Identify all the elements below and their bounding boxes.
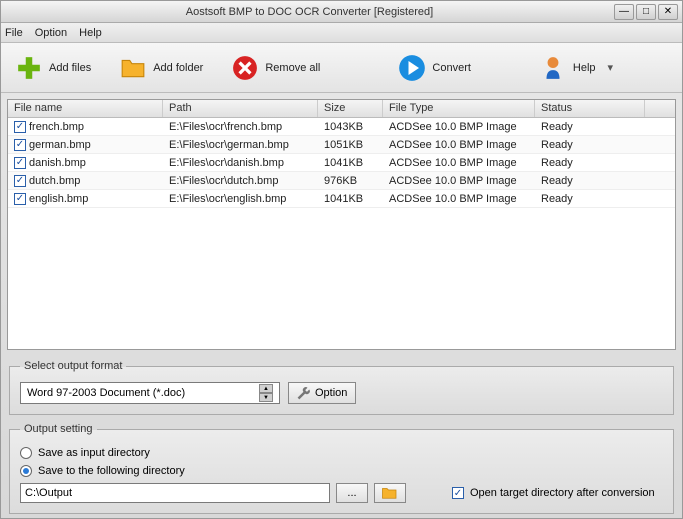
table-row[interactable]: english.bmp E:\Files\ocr\english.bmp1041K…	[8, 190, 675, 208]
row-checkbox[interactable]	[14, 139, 26, 151]
close-button[interactable]: ✕	[658, 4, 678, 20]
row-type: ACDSee 10.0 BMP Image	[383, 156, 535, 170]
row-path: E:\Files\ocr\dutch.bmp	[163, 174, 318, 188]
format-fieldset: Select output format Word 97-2003 Docume…	[9, 360, 674, 415]
output-path-value: C:\Output	[25, 487, 72, 499]
file-list: File name Path Size File Type Status fre…	[7, 99, 676, 350]
browse-button[interactable]: ...	[336, 483, 368, 503]
add-folder-label: Add folder	[153, 62, 203, 74]
folder-icon	[119, 54, 147, 82]
row-checkbox[interactable]	[14, 157, 26, 169]
titlebar: Aostsoft BMP to DOC OCR Converter [Regis…	[1, 1, 682, 23]
row-status: Ready	[535, 174, 645, 188]
save-as-input-label: Save as input directory	[38, 447, 150, 459]
row-checkbox[interactable]	[14, 175, 26, 187]
table-row[interactable]: danish.bmp E:\Files\ocr\danish.bmp1041KBA…	[8, 154, 675, 172]
row-name: english.bmp	[29, 193, 88, 205]
help-label: Help	[573, 62, 596, 74]
option-button[interactable]: Option	[288, 382, 356, 404]
help-button[interactable]: Help ▾	[535, 50, 617, 86]
chevron-down-icon: ▾	[608, 61, 614, 74]
row-checkbox[interactable]	[14, 121, 26, 133]
convert-button[interactable]: Convert	[394, 50, 475, 86]
file-list-header: File name Path Size File Type Status	[8, 100, 675, 118]
radio-save-as-input[interactable]: Save as input directory	[20, 447, 663, 459]
table-row[interactable]: french.bmp E:\Files\ocr\french.bmp1043KBA…	[8, 118, 675, 136]
output-legend: Output setting	[20, 423, 97, 435]
menubar: File Option Help	[1, 23, 682, 43]
plus-icon	[15, 54, 43, 82]
header-size[interactable]: Size	[318, 100, 383, 117]
window-controls: — □ ✕	[614, 4, 678, 20]
row-checkbox[interactable]	[14, 193, 26, 205]
menu-file[interactable]: File	[5, 27, 23, 39]
add-files-label: Add files	[49, 62, 91, 74]
output-fieldset: Output setting Save as input directory S…	[9, 423, 674, 514]
row-path: E:\Files\ocr\english.bmp	[163, 192, 318, 206]
file-rows: french.bmpE:\Files\ocr\french.bmp1043KBA…	[8, 118, 675, 208]
row-status: Ready	[535, 120, 645, 134]
minimize-button[interactable]: —	[614, 4, 634, 20]
row-path: E:\Files\ocr\german.bmp	[163, 138, 318, 152]
folder-open-icon	[381, 486, 399, 500]
remove-all-button[interactable]: Remove all	[227, 50, 324, 86]
row-type: ACDSee 10.0 BMP Image	[383, 174, 535, 188]
row-name: danish.bmp	[29, 157, 86, 169]
add-files-button[interactable]: Add files	[11, 50, 95, 86]
row-path: E:\Files\ocr\danish.bmp	[163, 156, 318, 170]
radio-icon	[20, 447, 32, 459]
row-size: 1041KB	[318, 156, 383, 170]
open-target-label: Open target directory after conversion	[470, 487, 655, 499]
open-folder-button[interactable]	[374, 483, 406, 503]
row-name: dutch.bmp	[29, 175, 80, 187]
row-type: ACDSee 10.0 BMP Image	[383, 192, 535, 206]
save-following-label: Save to the following directory	[38, 465, 185, 477]
row-name: french.bmp	[29, 121, 84, 133]
wrench-icon	[297, 386, 311, 400]
output-path-input[interactable]: C:\Output	[20, 483, 330, 503]
remove-all-label: Remove all	[265, 62, 320, 74]
row-status: Ready	[535, 138, 645, 152]
toolbar: Add files Add folder Remove all Convert	[1, 43, 682, 93]
format-select[interactable]: Word 97-2003 Document (*.doc) ▲▼	[20, 382, 280, 404]
row-type: ACDSee 10.0 BMP Image	[383, 138, 535, 152]
row-type: ACDSee 10.0 BMP Image	[383, 120, 535, 134]
menu-help[interactable]: Help	[79, 27, 102, 39]
header-status[interactable]: Status	[535, 100, 645, 117]
help-icon	[539, 54, 567, 82]
radio-icon	[20, 465, 32, 477]
maximize-button[interactable]: □	[636, 4, 656, 20]
convert-label: Convert	[432, 62, 471, 74]
row-name: german.bmp	[29, 139, 91, 151]
remove-icon	[231, 54, 259, 82]
play-icon	[398, 54, 426, 82]
open-target-checkbox[interactable]: Open target directory after conversion	[452, 487, 655, 499]
header-path[interactable]: Path	[163, 100, 318, 117]
radio-save-following[interactable]: Save to the following directory	[20, 465, 663, 477]
format-selected: Word 97-2003 Document (*.doc)	[27, 387, 185, 399]
row-status: Ready	[535, 192, 645, 206]
option-label: Option	[315, 387, 347, 399]
row-size: 1041KB	[318, 192, 383, 206]
table-row[interactable]: german.bmp E:\Files\ocr\german.bmp1051KBA…	[8, 136, 675, 154]
window-title: Aostsoft BMP to DOC OCR Converter [Regis…	[5, 6, 614, 18]
row-size: 1051KB	[318, 138, 383, 152]
header-filename[interactable]: File name	[8, 100, 163, 117]
app-window: Aostsoft BMP to DOC OCR Converter [Regis…	[0, 0, 683, 519]
spinner-icon[interactable]: ▲▼	[259, 384, 273, 402]
row-path: E:\Files\ocr\french.bmp	[163, 120, 318, 134]
menu-option[interactable]: Option	[35, 27, 67, 39]
row-size: 1043KB	[318, 120, 383, 134]
row-size: 976KB	[318, 174, 383, 188]
format-legend: Select output format	[20, 360, 126, 372]
table-row[interactable]: dutch.bmp E:\Files\ocr\dutch.bmp976KBACDS…	[8, 172, 675, 190]
checkbox-icon	[452, 487, 464, 499]
add-folder-button[interactable]: Add folder	[115, 50, 207, 86]
row-status: Ready	[535, 156, 645, 170]
header-type[interactable]: File Type	[383, 100, 535, 117]
